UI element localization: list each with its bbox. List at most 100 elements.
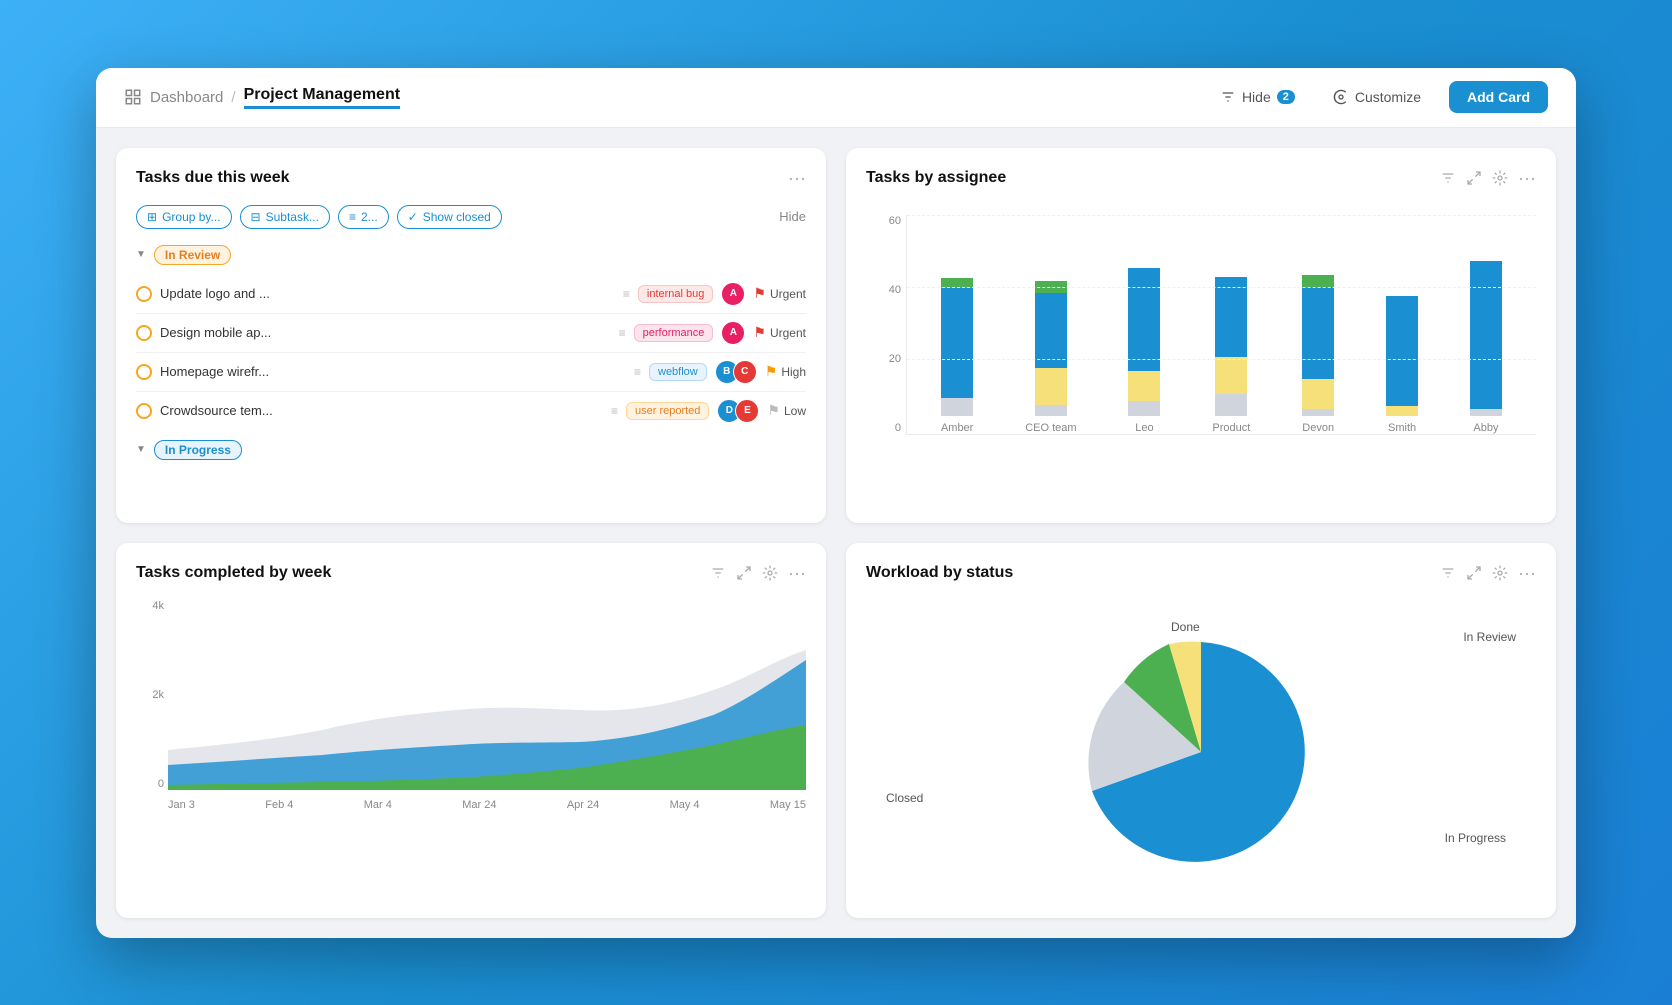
task-tag[interactable]: performance [634, 324, 714, 342]
x-label-may15: May 15 [770, 799, 806, 811]
avatar-group: A [721, 282, 745, 306]
task-status-icon [136, 403, 152, 419]
x-label-jan3: Jan 3 [168, 799, 195, 811]
bar-seg-yellow [1386, 406, 1418, 416]
bar-seg-gray [1215, 394, 1247, 416]
group-by-chip[interactable]: ⊞ Group by... [136, 205, 232, 229]
x-label-mar24: Mar 24 [462, 799, 496, 811]
in-review-badge: In Review [154, 245, 231, 265]
breadcrumb: Dashboard / Project Management [124, 86, 400, 109]
breadcrumb-dashboard[interactable]: Dashboard [150, 89, 223, 106]
expand-icon[interactable] [736, 565, 752, 581]
bar-group-leo: Leo [1128, 268, 1160, 434]
more-icon[interactable]: ··· [788, 563, 806, 584]
table-row: Crowdsource tem... ≡ user reported D E ⚑… [136, 392, 806, 430]
add-card-button[interactable]: Add Card [1449, 81, 1548, 113]
number-chip[interactable]: ≡ 2... [338, 205, 389, 229]
subtask-chip[interactable]: ⊟ Subtask... [240, 205, 330, 229]
y-label-0: 0 [866, 422, 901, 434]
priority-flag-icon: ⚑ [765, 363, 778, 380]
hide-button[interactable]: Hide 2 [1210, 83, 1305, 111]
priority-label: Urgent [770, 326, 806, 340]
workload-menu: ··· [1440, 563, 1536, 584]
task-status-icon [136, 325, 152, 341]
filter-icon[interactable] [1440, 565, 1456, 581]
in-review-group: ▼ In Review [136, 245, 806, 265]
tasks-week-menu: ··· [788, 168, 806, 189]
in-progress-group: ▼ In Progress [136, 440, 806, 460]
priority-flag-icon: ⚑ [753, 285, 766, 302]
bar-seg-blue [1128, 268, 1160, 371]
x-label-feb4: Feb 4 [265, 799, 293, 811]
filter-icon[interactable] [1440, 170, 1456, 186]
chevron-down-icon[interactable]: ▼ [136, 444, 146, 455]
filter-icon[interactable] [710, 565, 726, 581]
table-row: Design mobile ap... ≡ performance A ⚑ Ur… [136, 314, 806, 353]
avatar: E [735, 399, 759, 423]
dashboard-icon [124, 88, 142, 106]
workload-title: Workload by status [866, 564, 1013, 582]
settings-icon[interactable] [1492, 170, 1508, 186]
avatar: C [733, 360, 757, 384]
tasks-week-title: Tasks due this week [136, 169, 290, 187]
workload-card: Workload by status ··· [846, 543, 1556, 918]
bar-label: Smith [1388, 422, 1416, 434]
priority-flag-icon: ⚑ [753, 324, 766, 341]
task-tag[interactable]: webflow [649, 363, 707, 381]
show-closed-label: Show closed [423, 210, 491, 224]
tasks-assignee-menu: ··· [1440, 168, 1536, 189]
customize-button[interactable]: Customize [1323, 83, 1431, 111]
tasks-completed-header: Tasks completed by week ··· [136, 563, 806, 584]
task-priority: ⚑ High [765, 363, 806, 380]
task-list: Update logo and ... ≡ internal bug A ⚑ U… [136, 275, 806, 430]
more-icon[interactable]: ··· [788, 168, 806, 189]
more-icon[interactable]: ··· [1518, 168, 1536, 189]
hide-label: Hide [1242, 89, 1271, 105]
task-name: Update logo and ... [160, 286, 615, 301]
task-name: Crowdsource tem... [160, 403, 603, 418]
tasks-completed-menu: ··· [710, 563, 806, 584]
filter-icon [1220, 89, 1236, 105]
top-bar-actions: Hide 2 Customize Add Card [1210, 81, 1548, 113]
area-chart [168, 600, 806, 790]
hide-count: 2 [1277, 90, 1295, 104]
task-tag[interactable]: user reported [626, 402, 709, 420]
breadcrumb-separator: / [231, 89, 235, 106]
task-lines-icon: ≡ [634, 365, 641, 379]
pie-label-in-review: In Review [1463, 630, 1516, 644]
breadcrumb-current: Project Management [244, 86, 400, 109]
table-row: Update logo and ... ≡ internal bug A ⚑ U… [136, 275, 806, 314]
task-tag[interactable]: internal bug [638, 285, 714, 303]
more-icon[interactable]: ··· [1518, 563, 1536, 584]
y-label-0: 0 [136, 778, 164, 790]
chevron-down-icon[interactable]: ▼ [136, 249, 146, 260]
pie-label-in-progress: In Progress [1445, 831, 1506, 845]
bar-seg-blue [941, 288, 973, 398]
filter-bar: ⊞ Group by... ⊟ Subtask... ≡ 2... ✓ Show… [136, 205, 806, 229]
expand-icon[interactable] [1466, 170, 1482, 186]
bar-group-smith: Smith [1386, 296, 1418, 434]
workload-header: Workload by status ··· [866, 563, 1536, 584]
task-priority: ⚑ Low [767, 402, 806, 419]
task-lines-icon: ≡ [619, 326, 626, 340]
customize-icon [1333, 89, 1349, 105]
bar-seg-blue [1470, 261, 1502, 409]
in-progress-badge: In Progress [154, 440, 242, 460]
tasks-assignee-title: Tasks by assignee [866, 169, 1006, 187]
show-closed-chip[interactable]: ✓ Show closed [397, 205, 502, 229]
bar-seg-yellow [1302, 379, 1334, 409]
settings-icon[interactable] [1492, 565, 1508, 581]
bar-seg-blue [1215, 277, 1247, 357]
bar-seg-blue [1302, 287, 1334, 379]
settings-icon[interactable] [762, 565, 778, 581]
bar-seg-gray [1470, 409, 1502, 416]
tasks-week-card: Tasks due this week ··· ⊞ Group by... ⊟ … [116, 148, 826, 523]
expand-icon[interactable] [1466, 565, 1482, 581]
hide-label[interactable]: Hide [779, 209, 806, 224]
bar-label: CEO team [1025, 422, 1076, 434]
pie-label-closed: Closed [886, 791, 923, 805]
check-icon: ✓ [408, 210, 418, 224]
task-lines-icon: ≡ [611, 404, 618, 418]
avatar-group: B C [715, 360, 757, 384]
bar-seg-gray [1035, 405, 1067, 416]
